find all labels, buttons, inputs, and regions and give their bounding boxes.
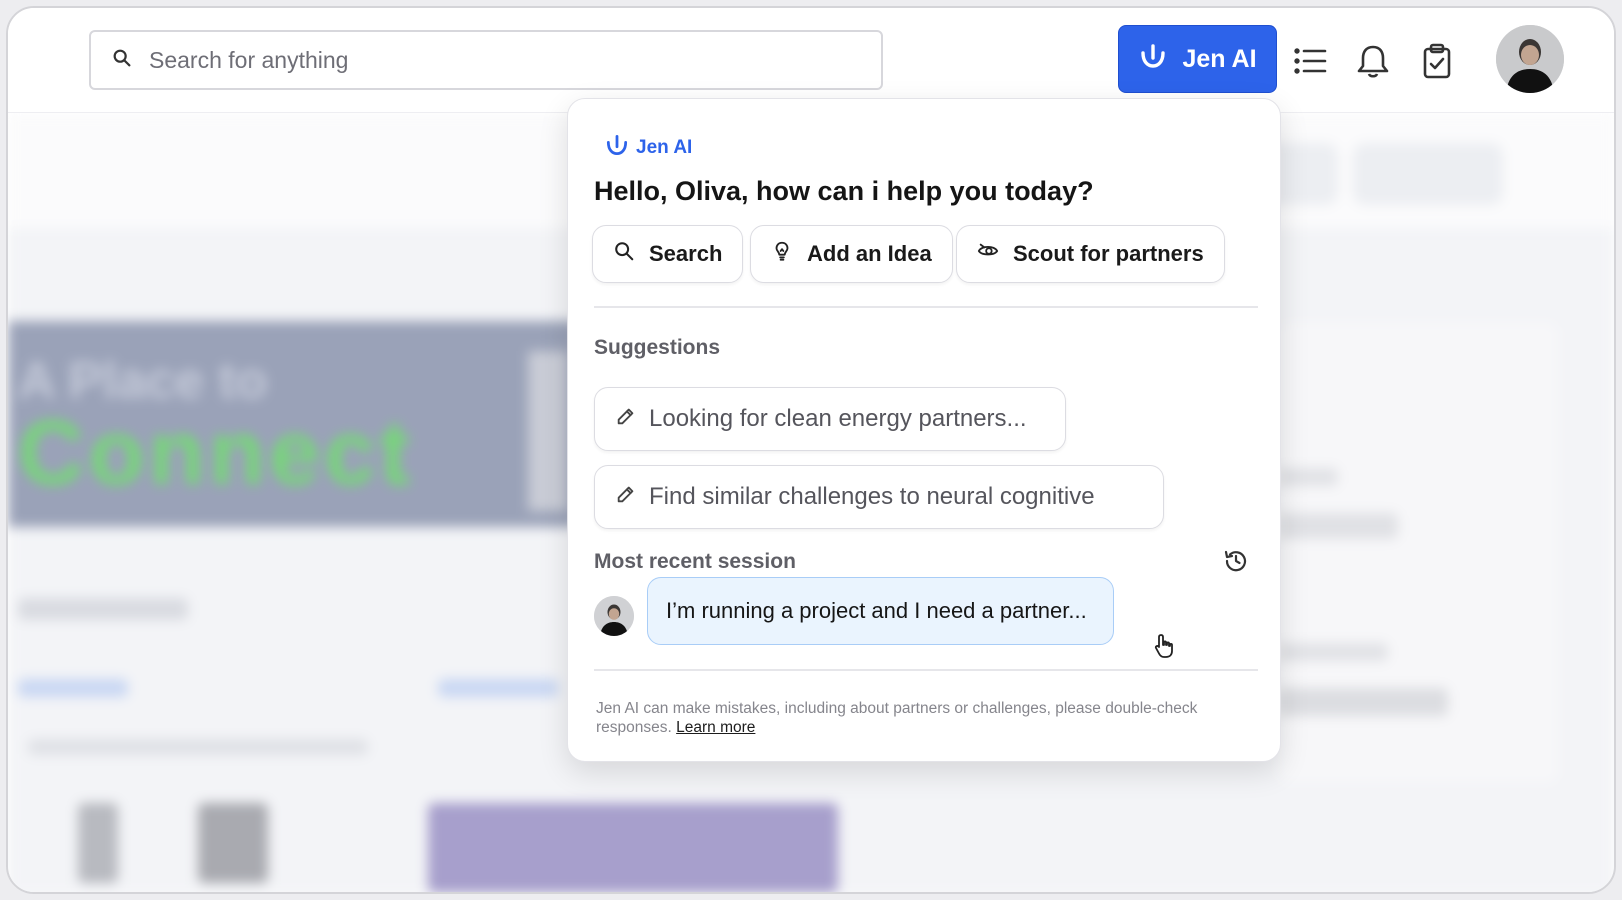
disclaimer: Jen AI can make mistakes, including abou… — [596, 699, 1246, 737]
jen-ai-logo-icon — [1138, 41, 1168, 78]
hero-banner: A Place to Connect — [8, 321, 578, 527]
list-icon[interactable] — [1291, 42, 1329, 80]
divider — [594, 669, 1258, 671]
user-avatar[interactable] — [1496, 25, 1564, 93]
pencil-icon — [615, 483, 637, 512]
history-icon[interactable] — [1222, 547, 1250, 575]
quick-action-label: Search — [649, 241, 723, 266]
recent-session-title: Most recent session — [594, 550, 796, 573]
jen-ai-panel: Jen AI Hello, Oliva, how can i help you … — [567, 98, 1281, 762]
suggestion-text: Looking for clean energy partners... — [649, 405, 1027, 432]
search-bar[interactable] — [89, 30, 883, 90]
app-window: A Place to Connect Jen AI — [6, 6, 1616, 894]
bg-pill-right — [1353, 143, 1503, 205]
quick-action-scout-partners[interactable]: Scout for partners — [956, 225, 1225, 283]
learn-more-link[interactable]: Learn more — [676, 719, 755, 736]
suggestion-item[interactable]: Find similar challenges to neural cognit… — [594, 465, 1164, 529]
jen-ai-brand: Jen AI — [604, 132, 692, 164]
jen-ai-brand-label: Jen AI — [636, 137, 693, 158]
search-icon — [111, 47, 133, 74]
hand-pointer-icon — [1152, 631, 1182, 661]
jen-ai-logo-icon — [604, 132, 630, 164]
session-avatar — [594, 596, 634, 636]
quick-action-label: Add an Idea — [807, 241, 932, 266]
quick-action-label: Scout for partners — [1013, 241, 1204, 266]
suggestions-title: Suggestions — [594, 336, 721, 359]
hero-line-2: Connect — [18, 402, 414, 504]
quick-action-search[interactable]: Search — [592, 225, 744, 283]
suggestion-text: Find similar challenges to neural cognit… — [649, 483, 1095, 510]
recent-session-message[interactable]: I’m running a project and I need a partn… — [647, 577, 1114, 645]
pencil-icon — [615, 405, 637, 434]
suggestion-item[interactable]: Looking for clean energy partners... — [594, 387, 1066, 451]
search-input[interactable] — [149, 40, 881, 80]
greeting-heading: Hello, Oliva, how can i help you today? — [594, 176, 1094, 206]
bell-icon[interactable] — [1354, 42, 1392, 80]
search-icon — [613, 240, 635, 268]
clipboard-check-icon[interactable] — [1418, 42, 1456, 80]
jen-ai-button[interactable]: Jen AI — [1118, 25, 1277, 93]
jen-ai-button-label: Jen AI — [1182, 44, 1257, 73]
divider — [594, 306, 1258, 308]
quick-action-add-idea[interactable]: Add an Idea — [750, 225, 953, 283]
lightbulb-icon — [771, 240, 793, 268]
eye-icon — [977, 240, 999, 268]
